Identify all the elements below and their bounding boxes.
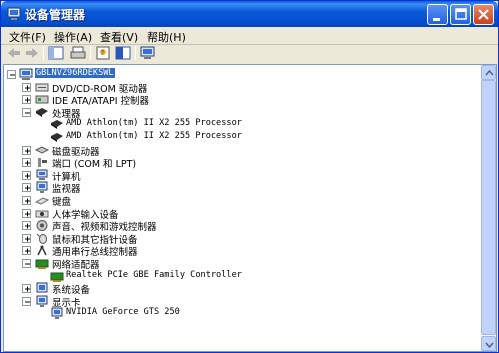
expand-icon[interactable] [22, 284, 31, 294]
window-title: 设备管理器 [25, 8, 86, 22]
processor-icon [51, 120, 63, 130]
tree-device-row[interactable]: Realtek PCIe GBE Family Controller [4, 270, 304, 283]
processor-icon [36, 107, 48, 117]
network-adapter-icon [50, 272, 64, 282]
computer-icon [36, 169, 48, 180]
tree-category-row[interactable]: 通用串行总线控制器 [4, 244, 304, 258]
back-arrow-icon[interactable] [5, 45, 23, 61]
display-adapter-icon [51, 307, 63, 320]
mouse-icon [36, 233, 47, 244]
sound-icon [36, 220, 48, 232]
collapse-icon[interactable] [22, 259, 31, 268]
svg-text:?: ? [101, 49, 105, 57]
monitor-icon [36, 181, 48, 194]
menu-bar: 文件(F) 操作(A) 查看(V) 帮助(H) [1, 27, 498, 45]
forward-arrow-icon[interactable] [23, 45, 41, 61]
tree-category-row[interactable]: 鼠标和其它指针设备 [4, 232, 304, 246]
scroll-down-icon [485, 342, 494, 349]
title-bar[interactable]: 设备管理器 [1, 1, 498, 27]
device-manager-window: 设备管理器 文件(F) 操作(A) 查看(V) 帮助(H) ? GBLNVZ96… [0, 0, 499, 353]
menu-action[interactable]: 操作(A) [54, 29, 92, 45]
close-icon [478, 9, 489, 20]
tree-device-row[interactable]: NVIDIA GeForce GTS 250 [4, 307, 304, 320]
tree-device-label[interactable]: Realtek PCIe GBE Family Controller [66, 270, 242, 280]
show-hide-tree-icon[interactable] [47, 45, 65, 61]
collapse-icon[interactable] [22, 107, 31, 117]
menu-view[interactable]: 查看(V) [100, 29, 138, 45]
scroll-thumb[interactable] [481, 80, 496, 335]
tree-category-row[interactable]: 磁盘驱动器 [4, 144, 304, 158]
display-adapter-icon [36, 295, 48, 307]
tree-category-row[interactable]: 显示卡 [4, 295, 304, 309]
system-device-icon [36, 282, 48, 293]
tree-category-row[interactable]: 声音、视频和游戏控制器 [4, 219, 304, 233]
expand-icon[interactable] [22, 196, 31, 205]
menu-help[interactable]: 帮助(H) [147, 29, 186, 45]
device-tree[interactable]: GBLNVZ96RDEKSWL DVD/CD-ROM 驱动器 IDE ATA/AT… [3, 64, 497, 352]
device-manager-icon [7, 7, 21, 20]
disk-drive-icon [35, 146, 49, 154]
computer-name[interactable]: GBLNVZ96RDEKSWL [35, 68, 115, 78]
help-icon[interactable] [114, 45, 132, 61]
toolbar: ? [1, 45, 498, 63]
menu-file[interactable]: 文件(F) [9, 29, 46, 45]
tree-category-row[interactable]: 系统设备 [4, 282, 304, 296]
collapse-icon[interactable] [7, 70, 16, 79]
tree-category-row[interactable]: 人体学输入设备 [4, 207, 304, 221]
expand-icon[interactable] [22, 246, 31, 256]
usb-icon [37, 245, 47, 256]
tree-device-row[interactable]: AMD Athlon(tm) II X2 255 Processor [4, 131, 304, 144]
cdrom-icon [35, 83, 49, 92]
toolbar-separator [135, 46, 136, 60]
tree-device-label[interactable]: NVIDIA GeForce GTS 250 [66, 307, 180, 317]
tree-device-label[interactable]: AMD Athlon(tm) II X2 255 Processor [66, 118, 242, 128]
collapse-icon[interactable] [22, 296, 31, 306]
expand-icon[interactable] [22, 158, 31, 168]
ide-controller-icon [35, 95, 49, 104]
tree-device-label[interactable]: AMD Athlon(tm) II X2 255 Processor [66, 131, 242, 141]
keyboard-icon [35, 197, 49, 205]
expand-icon[interactable] [22, 221, 31, 231]
expand-icon[interactable] [22, 233, 31, 243]
scroll-up-icon [485, 69, 494, 76]
port-icon [38, 158, 47, 168]
minimize-icon [433, 18, 440, 21]
hid-icon [35, 210, 49, 218]
processor-icon [51, 133, 63, 142]
tree-category-row[interactable]: 键盘 [4, 194, 304, 208]
vertical-scrollbar[interactable] [481, 65, 496, 351]
tree-device-row[interactable]: AMD Athlon(tm) II X2 255 Processor [4, 118, 304, 131]
expand-icon[interactable] [22, 145, 31, 155]
expand-icon[interactable] [22, 95, 31, 105]
network-adapter-icon [35, 259, 49, 269]
close-button[interactable] [473, 4, 494, 25]
maximize-button[interactable] [450, 4, 471, 25]
tree-category-row[interactable]: DVD/CD-ROM 驱动器 [4, 81, 304, 95]
expand-icon[interactable] [22, 183, 31, 193]
tree-category-row[interactable]: 计算机 [4, 169, 304, 183]
toolbar-separator [90, 46, 91, 60]
print-icon[interactable] [69, 45, 87, 61]
expand-icon[interactable] [22, 170, 31, 180]
scan-hardware-icon[interactable] [139, 45, 157, 61]
tree-root-row[interactable]: GBLNVZ96RDEKSWL [4, 68, 304, 81]
tree-category-row[interactable]: 处理器 [4, 106, 304, 120]
computer-icon [19, 68, 33, 80]
tree-category-row[interactable]: 监视器 [4, 181, 304, 195]
properties-icon[interactable]: ? [94, 45, 112, 61]
tree-category-row[interactable]: IDE ATA/ATAPI 控制器 [4, 93, 304, 107]
expand-icon[interactable] [22, 208, 31, 218]
maximize-icon [455, 8, 467, 20]
minimize-button[interactable] [427, 4, 448, 25]
scroll-down-button[interactable] [481, 336, 496, 351]
expand-icon[interactable] [22, 82, 31, 92]
tree-category-row[interactable]: 网络适配器 [4, 257, 304, 271]
toolbar-separator [43, 46, 44, 60]
tree-category-row[interactable]: 端口 (COM 和 LPT) [4, 156, 304, 170]
scroll-up-button[interactable] [481, 65, 496, 80]
